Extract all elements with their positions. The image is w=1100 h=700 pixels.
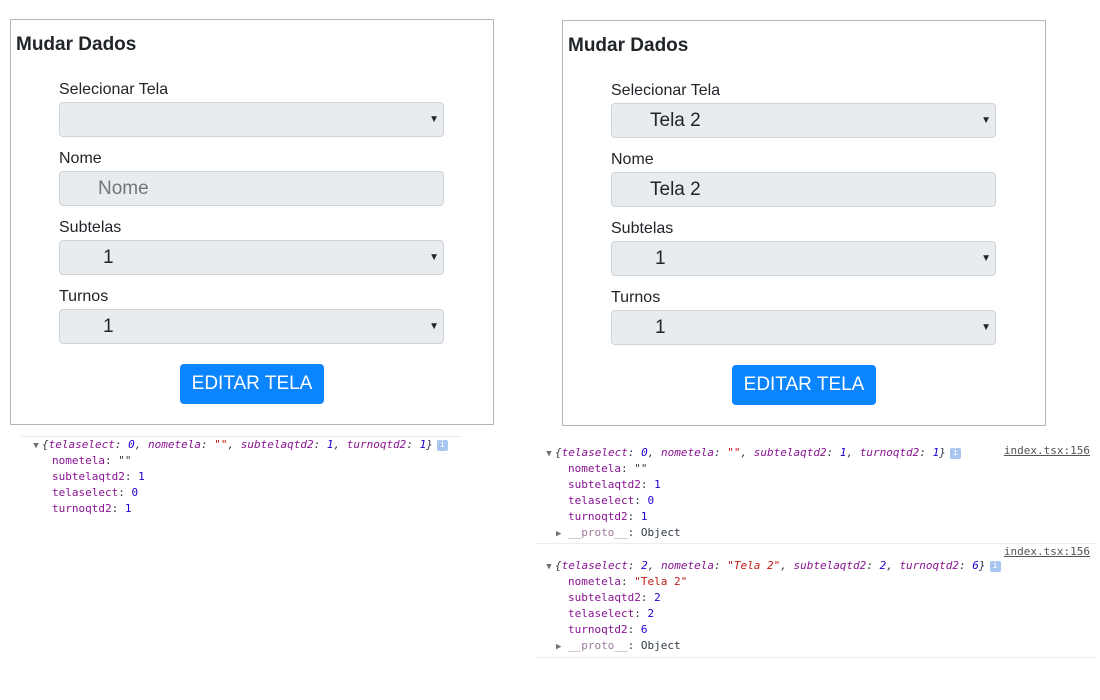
nome-label: Nome bbox=[611, 151, 654, 168]
log-prop-telaselect: telaselect: 0 bbox=[568, 494, 655, 507]
subtelas-label: Subtelas bbox=[59, 219, 122, 236]
console-output-right: ▼ {telaselect: 0, nometela: "", subtelaqt… bbox=[535, 443, 1097, 658]
turnos-value: 1 bbox=[655, 317, 666, 338]
triangle-collapse-icon[interactable]: ▼ bbox=[543, 446, 555, 462]
log-prop-subtelaqtd2: subtelaqtd2: 1 bbox=[568, 478, 661, 491]
log-proto[interactable]: ▶ __proto__: Object bbox=[535, 525, 1097, 541]
nome-value: Tela 2 bbox=[650, 179, 701, 200]
nome-input[interactable]: Tela 2 bbox=[611, 172, 996, 207]
console-output-left: ▼ {telaselect: 0, nometela: "", subtelaqt… bbox=[22, 436, 460, 517]
log-prop-nometela: nometela: "Tela 2" bbox=[568, 575, 688, 588]
info-icon[interactable]: i bbox=[949, 447, 961, 459]
caret-down-icon: ▼ bbox=[429, 321, 439, 332]
triangle-expand-icon[interactable]: ▶ bbox=[556, 639, 568, 655]
subtelas-value: 1 bbox=[103, 247, 114, 268]
log-proto[interactable]: ▶ __proto__: Object bbox=[535, 638, 1097, 654]
form-title: Mudar Dados bbox=[568, 35, 689, 56]
caret-down-icon: ▼ bbox=[981, 253, 991, 264]
log-entry: index.tsx:156 ▼ {telaselect: 2, nometela:… bbox=[535, 544, 1097, 658]
turnos-label: Turnos bbox=[611, 289, 661, 306]
turnos-dropdown[interactable]: 1 ▼ bbox=[611, 310, 996, 345]
select-tela-value: Tela 2 bbox=[650, 110, 701, 131]
nome-placeholder: Nome bbox=[98, 178, 149, 199]
triangle-collapse-icon[interactable]: ▼ bbox=[30, 438, 42, 454]
caret-down-icon: ▼ bbox=[429, 252, 439, 263]
triangle-expand-icon[interactable]: ▶ bbox=[556, 526, 568, 542]
nome-label: Nome bbox=[59, 150, 102, 167]
caret-down-icon: ▼ bbox=[429, 114, 439, 125]
editar-tela-button[interactable]: EDITAR TELA bbox=[180, 364, 324, 404]
triangle-collapse-icon[interactable]: ▼ bbox=[543, 559, 555, 575]
select-tela-dropdown[interactable]: ▼ bbox=[59, 102, 444, 137]
subtelas-dropdown[interactable]: 1 ▼ bbox=[59, 240, 444, 275]
form-title: Mudar Dados bbox=[16, 34, 137, 55]
info-icon[interactable]: i bbox=[436, 439, 448, 451]
nome-input[interactable]: Nome bbox=[59, 171, 444, 206]
source-link[interactable]: index.tsx:156 bbox=[1004, 443, 1090, 459]
turnos-value: 1 bbox=[103, 316, 114, 337]
info-icon[interactable]: i bbox=[989, 560, 1001, 572]
select-tela-dropdown[interactable]: Tela 2 ▼ bbox=[611, 103, 996, 138]
select-tela-label: Selecionar Tela bbox=[59, 81, 169, 98]
log-prop-subtelaqtd2: subtelaqtd2: 2 bbox=[568, 591, 661, 604]
log-prop-turnoqtd2: turnoqtd2: 1 bbox=[568, 510, 648, 523]
log-prop-nometela: nometela: "" bbox=[568, 462, 648, 475]
log-prop-turnoqtd2: turnoqtd2: 6 bbox=[568, 623, 648, 636]
caret-down-icon: ▼ bbox=[981, 115, 991, 126]
edit-form-card-left: Mudar Dados Selecionar Tela ▼ Nome Nome … bbox=[10, 19, 494, 425]
select-tela-label: Selecionar Tela bbox=[611, 82, 721, 99]
source-link[interactable]: index.tsx:156 bbox=[1004, 545, 1090, 558]
caret-down-icon: ▼ bbox=[981, 322, 991, 333]
log-entry: ▼ {telaselect: 0, nometela: "", subtelaqt… bbox=[535, 443, 1097, 544]
subtelas-value: 1 bbox=[655, 248, 666, 269]
log-prop-turnoqtd2: turnoqtd2: 1 bbox=[52, 502, 132, 515]
log-prop-subtelaqtd2: subtelaqtd2: 1 bbox=[52, 470, 145, 483]
log-prop-nometela: nometela: "" bbox=[52, 454, 132, 467]
turnos-dropdown[interactable]: 1 ▼ bbox=[59, 309, 444, 344]
log-summary[interactable]: ▼ {telaselect: 2, nometela: "Tela 2", sub… bbox=[535, 558, 1097, 574]
log-prop-telaselect: telaselect: 2 bbox=[568, 607, 655, 620]
log-summary[interactable]: ▼ {telaselect: 0, nometela: "", subtelaqt… bbox=[535, 443, 1097, 462]
subtelas-dropdown[interactable]: 1 ▼ bbox=[611, 241, 996, 276]
edit-form-card-right: Mudar Dados Selecionar Tela Tela 2 ▼ Nom… bbox=[562, 20, 1046, 426]
turnos-label: Turnos bbox=[59, 288, 109, 305]
log-entry: ▼ {telaselect: 0, nometela: "", subtelaqt… bbox=[22, 437, 460, 517]
subtelas-label: Subtelas bbox=[611, 220, 674, 237]
log-prop-telaselect: telaselect: 0 bbox=[52, 486, 139, 499]
log-summary[interactable]: ▼ {telaselect: 0, nometela: "", subtelaqt… bbox=[22, 437, 460, 453]
editar-tela-button[interactable]: EDITAR TELA bbox=[732, 365, 876, 405]
